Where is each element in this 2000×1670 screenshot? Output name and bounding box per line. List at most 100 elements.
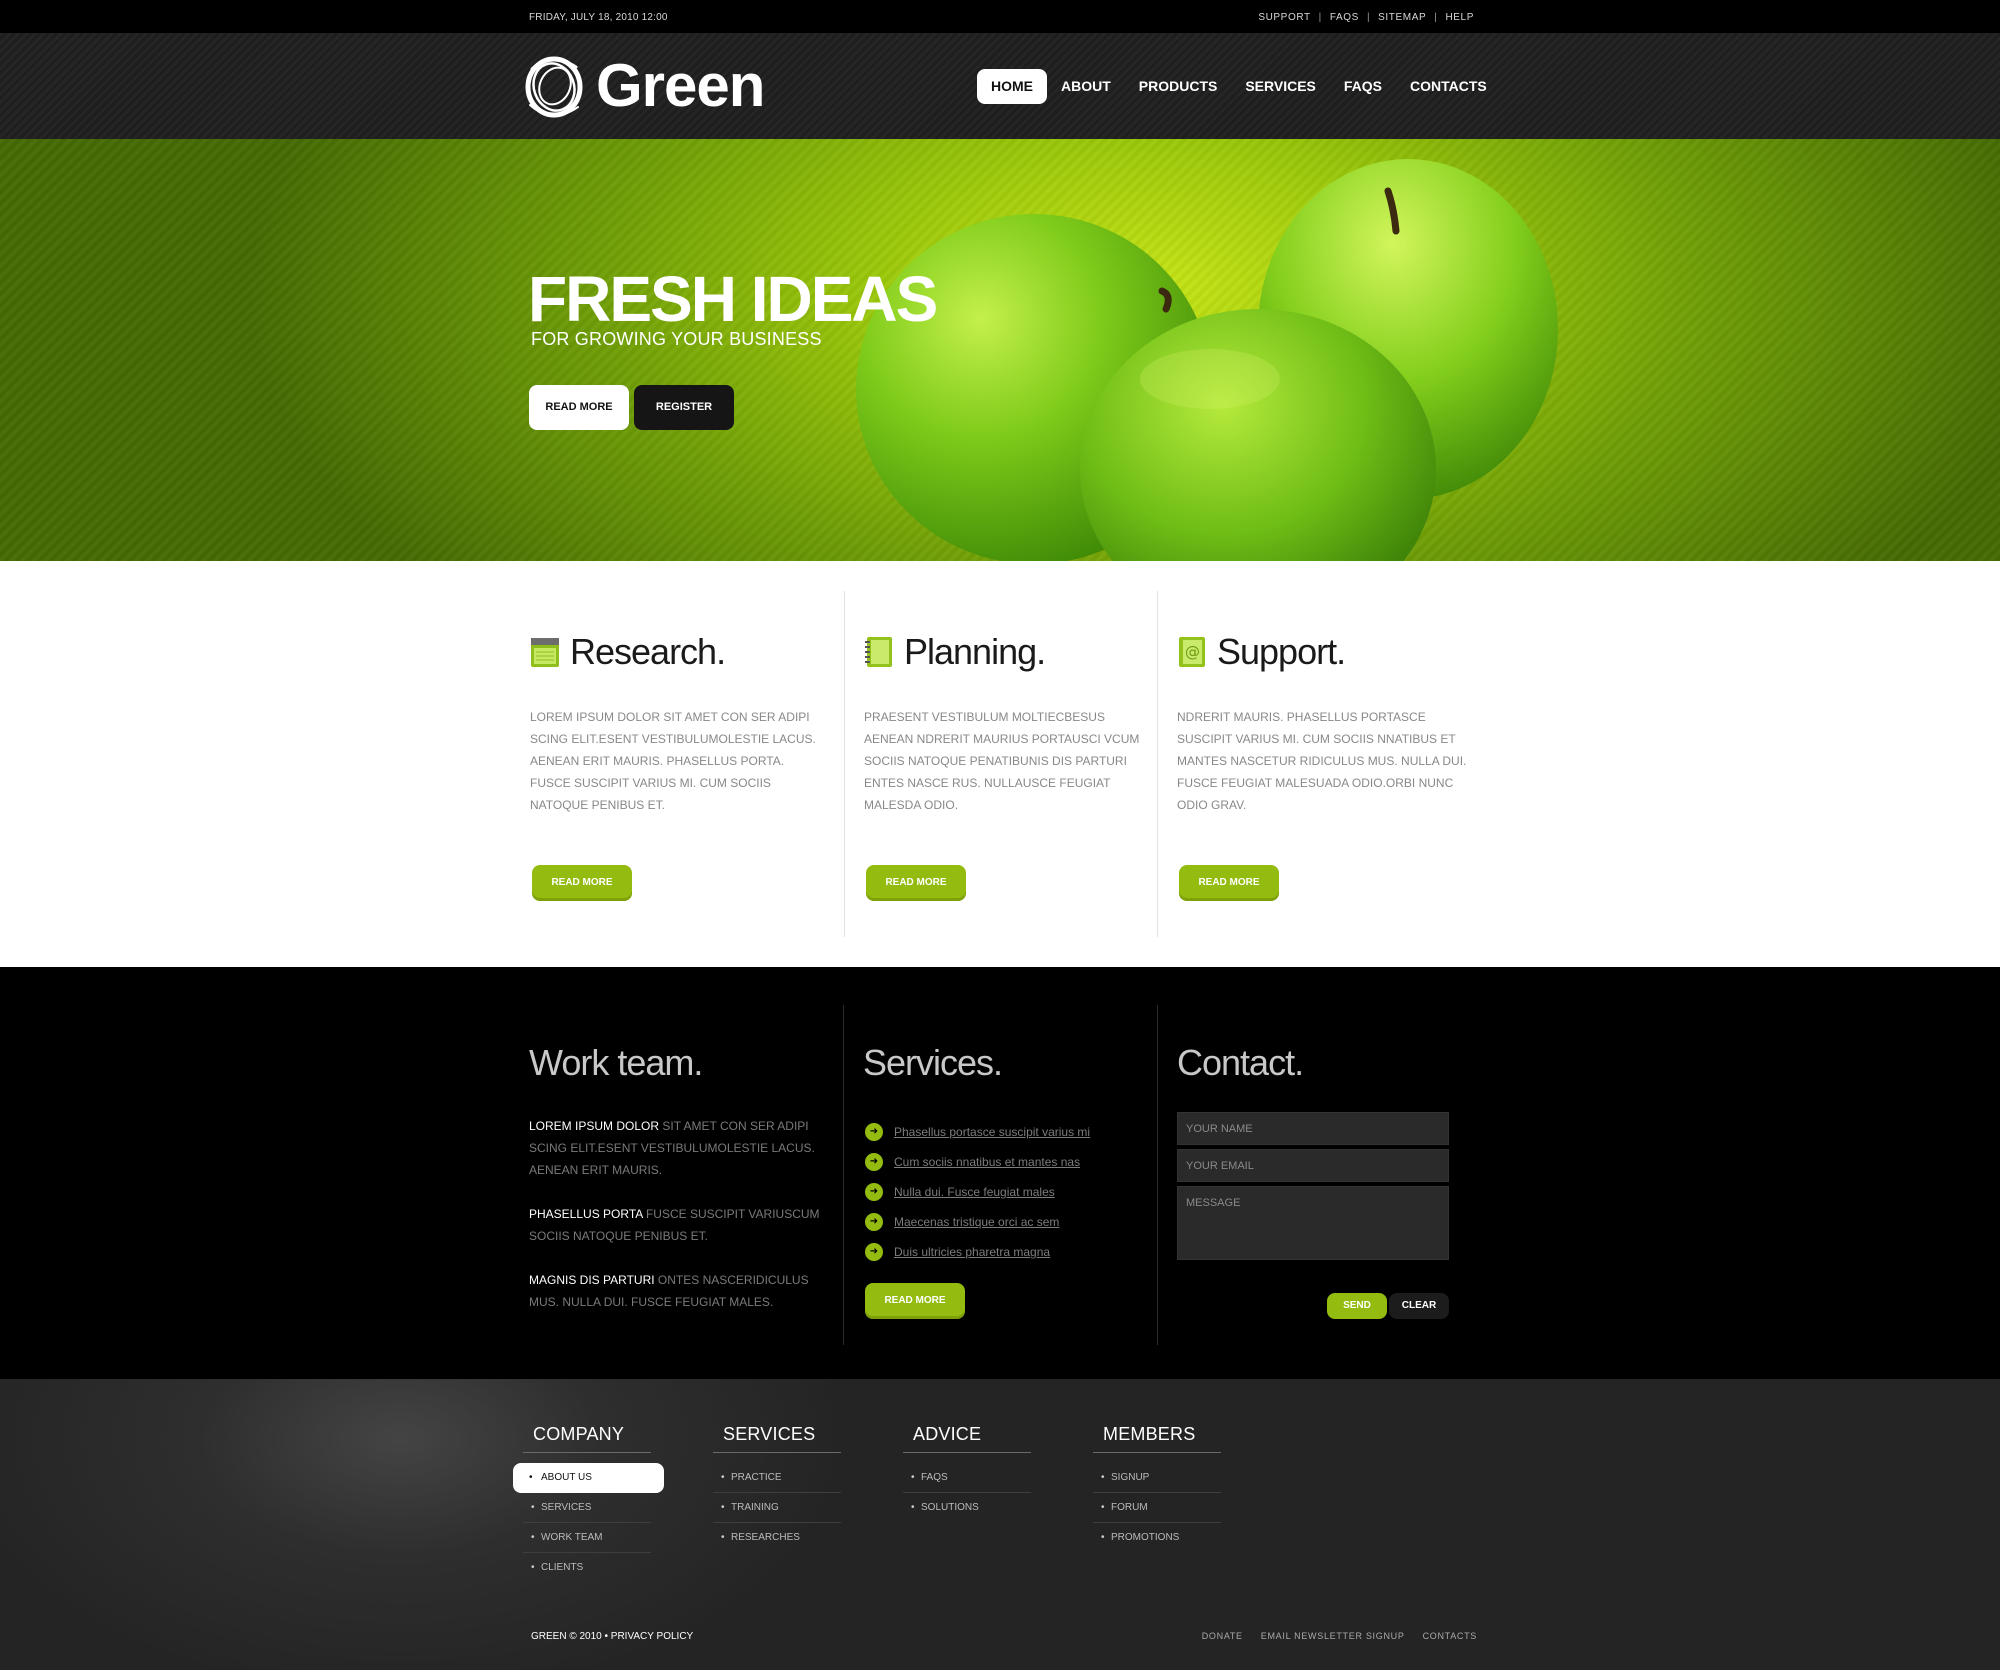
copyright[interactable]: GREEN © 2010 • PRIVACY POLICY	[531, 1631, 693, 1642]
header: Green HOME ABOUT PRODUCTS SERVICES FAQS …	[0, 33, 2000, 139]
top-link-help[interactable]: HELP	[1445, 12, 1474, 23]
feature-text: NDRERIT MAURIS. PHASELLUS PORTASCE SUSCI…	[1177, 710, 1467, 812]
logo[interactable]: Green	[520, 47, 765, 123]
date-text: FRIDAY, JULY 18, 2010 12:00	[529, 12, 668, 23]
footer-column-services: SERVICES PRACTICE TRAINING RESEARCHES	[713, 1424, 841, 1553]
service-link[interactable]: Cum sociis nnatibus et mantes nas	[894, 1155, 1080, 1169]
footer-link-about-us[interactable]: ABOUT US	[513, 1463, 664, 1493]
hero-read-more-button[interactable]: READ MORE	[529, 385, 629, 430]
footer-bottom-links: DONATE EMAIL NEWSLETTER SIGNUP CONTACTS	[1184, 1631, 1477, 1641]
footer-link-clients[interactable]: CLIENTS	[523, 1553, 651, 1583]
footer-heading: ADVICE	[903, 1424, 1031, 1453]
footer-link-promotions[interactable]: PROMOTIONS	[1093, 1523, 1221, 1553]
feature-title: Research.	[570, 631, 726, 672]
work-team-column: Work team. LOREM IPSUM DOLOR SIT AMET CO…	[529, 967, 839, 1347]
footer-column-advice: ADVICE FAQS SOLUTIONS	[903, 1424, 1031, 1523]
footer-heading: MEMBERS	[1093, 1424, 1221, 1453]
feature-planning: Planning. PRAESENT VESTIBULUM MOLTIECBES…	[844, 561, 1164, 937]
divider	[1157, 1005, 1158, 1345]
footer-link-work-team[interactable]: WORK TEAM	[523, 1523, 651, 1553]
main-nav: HOME ABOUT PRODUCTS SERVICES FAQS CONTAC…	[977, 69, 1501, 104]
arrow-right-icon: ➜	[865, 1183, 883, 1201]
team-paragraph: PHASELLUS PORTA FUSCE SUSCIPIT VARIUSCUM…	[529, 1207, 820, 1243]
footer-link-practice[interactable]: PRACTICE	[713, 1463, 841, 1493]
contact-column: Contact. YOUR NAME YOUR EMAIL MESSAGE SE…	[1157, 967, 1477, 1347]
arrow-right-icon: ➜	[865, 1123, 883, 1141]
top-link-sitemap[interactable]: SITEMAP	[1378, 12, 1426, 23]
footer-heading: COMPANY	[523, 1424, 651, 1453]
info-section: Work team. LOREM IPSUM DOLOR SIT AMET CO…	[0, 967, 2000, 1379]
service-link[interactable]: Phasellus portasce suscipit varius mi	[894, 1125, 1090, 1139]
divider	[1157, 591, 1158, 937]
swirl-logo-icon	[525, 56, 583, 118]
hero-banner: FRESH IDEAS FOR GROWING YOUR BUSINESS RE…	[0, 139, 2000, 561]
top-link-faqs[interactable]: FAQS	[1330, 12, 1359, 23]
footer-link-training[interactable]: TRAINING	[713, 1493, 841, 1523]
footer-link-solutions[interactable]: SOLUTIONS	[903, 1493, 1031, 1523]
list-item: ➜ Duis ultricies pharetra magna	[865, 1237, 1090, 1267]
list-item: ➜ Phasellus portasce suscipit varius mi	[865, 1117, 1090, 1147]
service-link[interactable]: Duis ultricies pharetra magna	[894, 1245, 1050, 1259]
footer-link-donate[interactable]: DONATE	[1202, 1631, 1243, 1641]
nav-products[interactable]: PRODUCTS	[1125, 69, 1232, 104]
feature-title: Support.	[1217, 631, 1346, 672]
footer-link-newsletter[interactable]: EMAIL NEWSLETTER SIGNUP	[1261, 1631, 1405, 1641]
message-field[interactable]: MESSAGE	[1177, 1186, 1449, 1260]
services-column: Services. ➜ Phasellus portasce suscipit v…	[843, 967, 1163, 1347]
nav-services[interactable]: SERVICES	[1231, 69, 1330, 104]
feature-support: @ Support. NDRERIT MAURIS. PHASELLUS POR…	[1157, 561, 1477, 937]
feature-research: Research. LOREM IPSUM DOLOR SIT AMET CON…	[530, 561, 830, 937]
nav-contacts[interactable]: CONTACTS	[1396, 69, 1501, 104]
nav-about[interactable]: ABOUT	[1047, 69, 1125, 104]
footer-heading: SERVICES	[713, 1424, 841, 1453]
arrow-right-icon: ➜	[865, 1243, 883, 1261]
team-paragraph: LOREM IPSUM DOLOR SIT AMET CON SER ADIPI…	[529, 1119, 815, 1177]
notebook-icon	[865, 637, 892, 667]
footer-column-company: COMPANY ABOUT US SERVICES WORK TEAM CLIE…	[513, 1424, 664, 1583]
footer-link-contacts[interactable]: CONTACTS	[1423, 1631, 1477, 1641]
arrow-right-icon: ➜	[865, 1213, 883, 1231]
top-bar: FRIDAY, JULY 18, 2010 12:00 SUPPORT | FAQ…	[0, 0, 2000, 33]
footer-link-signup[interactable]: SIGNUP	[1093, 1463, 1221, 1493]
footer-link-faqs[interactable]: FAQS	[903, 1463, 1031, 1493]
nav-faqs[interactable]: FAQS	[1330, 69, 1396, 104]
services-list: ➜ Phasellus portasce suscipit varius mi ➜…	[865, 1117, 1090, 1267]
footer: COMPANY ABOUT US SERVICES WORK TEAM CLIE…	[0, 1379, 2000, 1670]
address-book-icon: @	[1179, 637, 1205, 667]
feature-title: Planning.	[904, 631, 1046, 672]
service-link[interactable]: Maecenas tristique orci ac sem	[894, 1215, 1059, 1229]
notepad-icon	[531, 638, 559, 667]
green-apples-image	[856, 159, 1558, 561]
service-link[interactable]: Nulla dui. Fusce feugiat males	[894, 1185, 1055, 1199]
nav-home[interactable]: HOME	[977, 69, 1047, 104]
support-read-more-button[interactable]: READ MORE	[1179, 865, 1279, 901]
features-section: Research. LOREM IPSUM DOLOR SIT AMET CON…	[0, 561, 2000, 967]
send-button[interactable]: SEND	[1327, 1293, 1387, 1319]
top-link-support[interactable]: SUPPORT	[1258, 12, 1310, 23]
arrow-right-icon: ➜	[865, 1153, 883, 1171]
services-read-more-button[interactable]: READ MORE	[865, 1283, 965, 1319]
name-field[interactable]: YOUR NAME	[1177, 1112, 1449, 1145]
feature-text: LOREM IPSUM DOLOR SIT AMET CON SER ADIPI…	[530, 710, 816, 812]
divider	[844, 591, 845, 937]
contact-title: Contact.	[1177, 1042, 1304, 1083]
work-team-title: Work team.	[529, 1042, 703, 1083]
planning-read-more-button[interactable]: READ MORE	[866, 865, 966, 901]
top-links: SUPPORT | FAQS | SITEMAP | HELP	[1258, 12, 1474, 23]
research-read-more-button[interactable]: READ MORE	[532, 865, 632, 901]
team-paragraph: MAGNIS DIS PARTURI ONTES NASCERIDICULUS …	[529, 1273, 809, 1309]
svg-text:@: @	[1185, 643, 1200, 661]
hero-title: FRESH IDEAS	[528, 263, 938, 335]
hero-register-button[interactable]: REGISTER	[634, 385, 734, 430]
clear-button[interactable]: CLEAR	[1389, 1293, 1449, 1319]
footer-link-services[interactable]: SERVICES	[523, 1493, 651, 1523]
list-item: ➜ Nulla dui. Fusce feugiat males	[865, 1177, 1090, 1207]
feature-text: PRAESENT VESTIBULUM MOLTIECBESUS AENEAN …	[864, 710, 1140, 812]
services-title: Services.	[863, 1042, 1003, 1083]
hero-subtitle: FOR GROWING YOUR BUSINESS	[531, 329, 822, 349]
list-item: ➜ Maecenas tristique orci ac sem	[865, 1207, 1090, 1237]
list-item: ➜ Cum sociis nnatibus et mantes nas	[865, 1147, 1090, 1177]
email-field[interactable]: YOUR EMAIL	[1177, 1149, 1449, 1182]
footer-link-forum[interactable]: FORUM	[1093, 1493, 1221, 1523]
footer-link-researches[interactable]: RESEARCHES	[713, 1523, 841, 1553]
